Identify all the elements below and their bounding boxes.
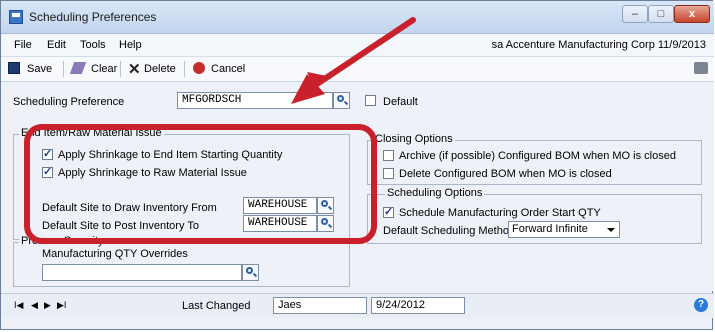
qty-overrides-lookup-icon[interactable] [242,264,259,281]
last-changed-date: 9/24/2012 [371,297,465,314]
save-button[interactable]: Save [27,63,52,75]
delete-button[interactable]: Delete [144,63,176,75]
first-record-button[interactable]: I◀ [14,300,23,311]
schedule-start-qty-checkbox[interactable] [383,205,394,218]
status-bar: I◀ ◀ ▶ ▶I Last Changed Jaes 9/24/2012 ? [1,293,714,318]
delete-bom-label: Delete Configured BOM when MO is closed [399,168,612,180]
scheduling-method-dropdown[interactable]: Forward Infinite [508,221,620,238]
scheduling-method-value: Forward Infinite [512,223,588,235]
clear-button[interactable]: Clear [91,63,117,75]
save-icon [8,62,20,74]
app-window-icon [9,10,23,24]
maximize-button[interactable]: □ [648,5,674,23]
annotation-arrow-icon [291,17,416,104]
scheduling-method-label: Default Scheduling Method [383,225,516,237]
qty-overrides-field[interactable] [42,264,242,281]
company-date-info: sa Accenture Manufacturing Corp 11/9/201… [491,39,706,51]
menu-help[interactable]: Help [119,39,142,51]
menu-tools[interactable]: Tools [80,39,106,51]
minimize-button[interactable]: – [622,5,648,23]
scheduling-options-group-title: Scheduling Options [385,187,485,199]
scheduling-preference-label: Scheduling Preference [13,96,125,108]
menu-edit[interactable]: Edit [47,39,66,51]
archive-bom-label: Archive (if possible) Configured BOM whe… [399,150,676,162]
last-changed-label: Last Changed [182,300,251,312]
help-icon[interactable]: ? [694,298,708,312]
menu-file[interactable]: File [14,39,32,51]
eraser-icon [69,62,87,74]
closing-options-group-title: Closing Options [373,133,455,145]
toolbar-separator [63,61,64,77]
toolbar-separator [184,61,185,77]
print-icon[interactable] [694,62,708,74]
close-button[interactable]: x [674,5,710,23]
archive-bom-checkbox[interactable] [383,150,394,161]
delete-x-icon: ✕ [128,61,141,78]
cancel-icon [193,62,205,74]
last-record-button[interactable]: ▶I [57,300,66,311]
toolbar-separator [120,61,121,77]
qty-overrides-label: Manufacturing QTY Overrides [42,248,188,260]
delete-bom-checkbox[interactable] [383,168,394,179]
next-record-button[interactable]: ▶ [44,300,51,311]
last-changed-user: Jaes [273,297,367,314]
annotation-highlight-box [24,124,377,244]
scheduling-preferences-window: Scheduling Preferences – □ x File Edit T… [0,0,714,330]
previous-record-button[interactable]: ◀ [31,300,38,311]
cancel-button[interactable]: Cancel [211,63,245,75]
schedule-start-qty-label: Schedule Manufacturing Order Start QTY [399,207,601,219]
window-title: Scheduling Preferences [29,10,157,24]
chevron-down-icon [607,228,615,232]
